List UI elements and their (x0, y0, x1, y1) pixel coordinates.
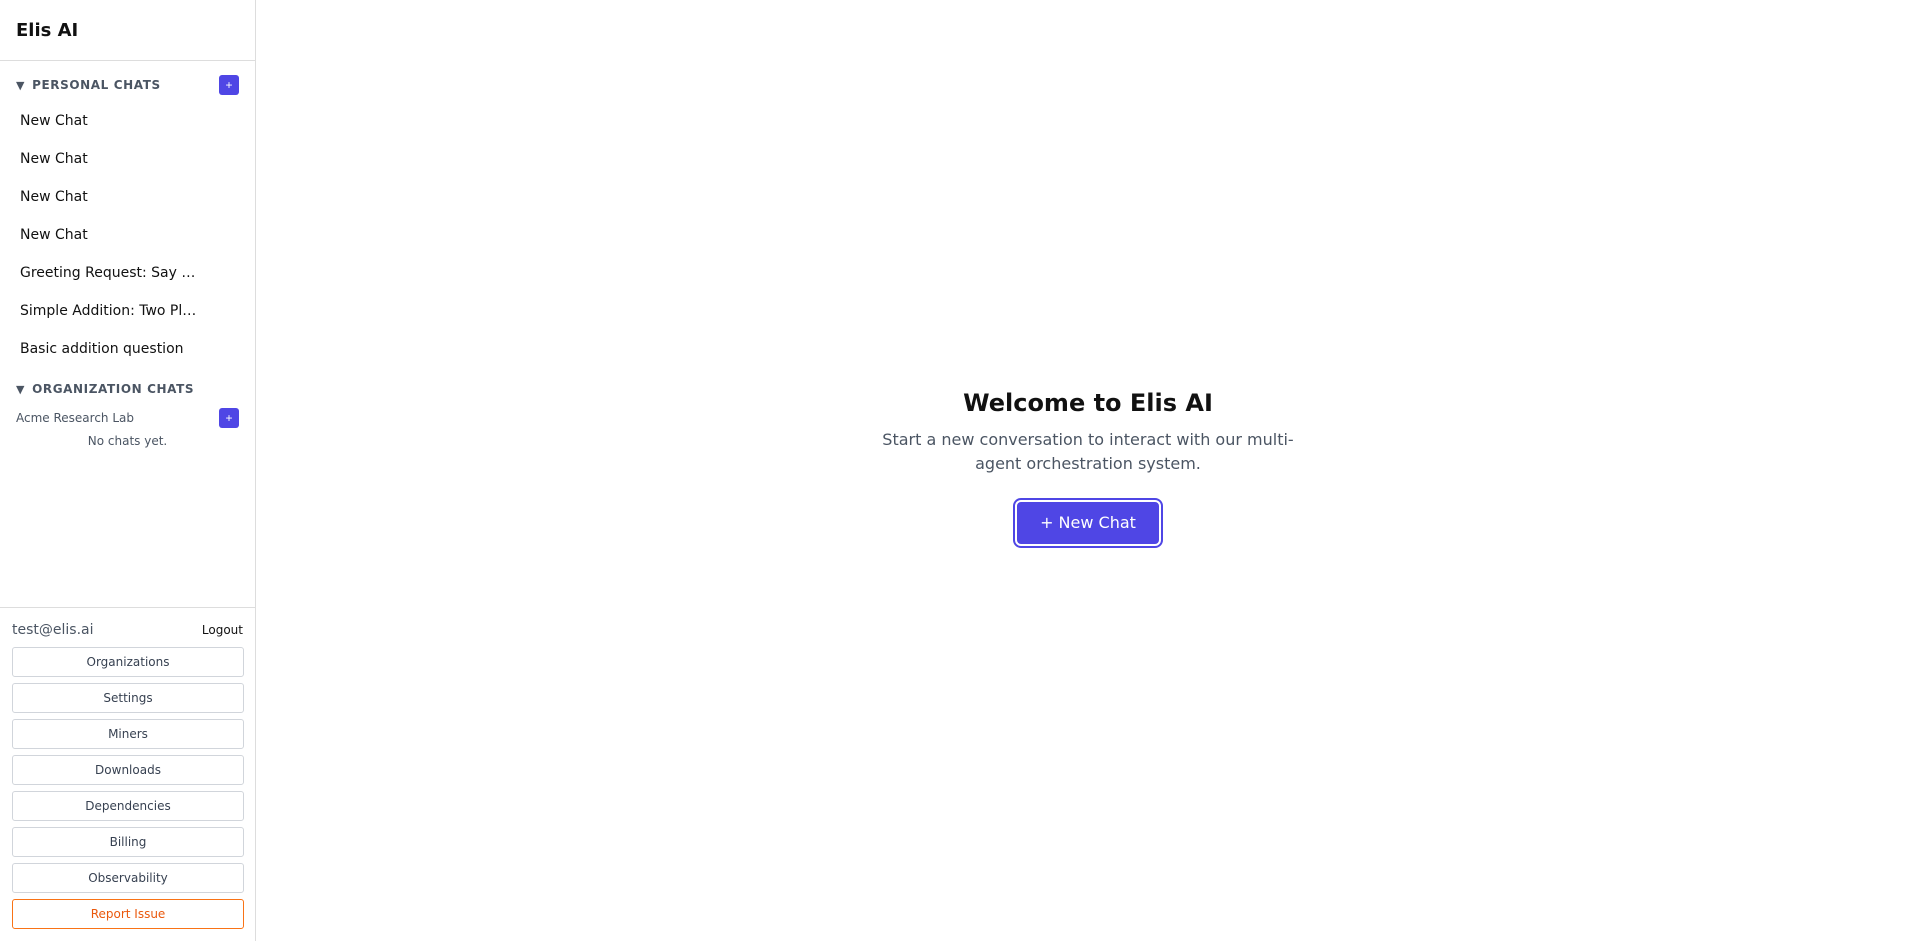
organizations-button[interactable]: Organizations (12, 647, 244, 677)
chat-item[interactable]: New Chat (0, 102, 255, 140)
organization-chats-section: ▼ ORGANIZATION CHATS Acme Research Lab +… (0, 378, 255, 448)
chat-item-label: Greeting Request: Say … (20, 265, 196, 281)
chat-item-label: New Chat (20, 189, 88, 205)
welcome-heading: Welcome to Elis AI (963, 388, 1213, 417)
personal-chats-title: PERSONAL CHATS (32, 78, 161, 92)
chat-item[interactable]: Simple Addition: Two Pl… (0, 292, 255, 330)
billing-button[interactable]: Billing (12, 827, 244, 857)
personal-chats-header: ▼ PERSONAL CHATS + (0, 74, 255, 96)
sidebar: Elis AI ▼ PERSONAL CHATS + New Chat New … (0, 0, 256, 941)
collapse-caret-icon: ▼ (16, 382, 26, 396)
collapse-caret-icon: ▼ (16, 78, 26, 92)
chat-item[interactable]: New Chat (0, 216, 255, 254)
report-issue-button[interactable]: Report Issue (12, 899, 244, 929)
organization-chats-title: ORGANIZATION CHATS (32, 382, 195, 396)
downloads-button[interactable]: Downloads (12, 755, 244, 785)
personal-chats-toggle[interactable]: ▼ PERSONAL CHATS (16, 78, 161, 92)
miners-button[interactable]: Miners (12, 719, 244, 749)
dependencies-button[interactable]: Dependencies (12, 791, 244, 821)
main-content: Welcome to Elis AI Start a new conversat… (256, 0, 1920, 941)
sidebar-footer: test@elis.ai Logout Organizations Settin… (0, 607, 255, 941)
chat-item[interactable]: New Chat (0, 140, 255, 178)
org-name: Acme Research Lab (16, 411, 134, 425)
organization-chats-header: ▼ ORGANIZATION CHATS (0, 378, 255, 400)
app-root: Elis AI ▼ PERSONAL CHATS + New Chat New … (0, 0, 1920, 941)
welcome-panel: Welcome to Elis AI Start a new conversat… (873, 389, 1303, 546)
logout-button[interactable]: Logout (202, 623, 243, 637)
chat-item-label: New Chat (20, 151, 88, 167)
chat-item-label: Basic addition question (20, 341, 184, 357)
add-personal-chat-button[interactable]: + (219, 75, 239, 95)
org-row: Acme Research Lab + (0, 404, 255, 432)
welcome-subtitle: Start a new conversation to interact wit… (882, 429, 1294, 473)
user-email: test@elis.ai (12, 622, 94, 638)
settings-button[interactable]: Settings (12, 683, 244, 713)
user-row: test@elis.ai Logout (12, 622, 243, 638)
org-empty-message: No chats yet. (87, 434, 168, 448)
new-chat-button[interactable]: + New Chat (1015, 499, 1161, 546)
observability-button[interactable]: Observability (12, 863, 244, 893)
chat-item[interactable]: Basic addition question (0, 330, 255, 368)
chat-item[interactable]: Greeting Request: Say … (0, 254, 255, 292)
chat-item-label: New Chat (20, 113, 88, 129)
organization-chats-toggle[interactable]: ▼ ORGANIZATION CHATS (16, 382, 194, 396)
personal-chat-list: New Chat New Chat New Chat New Chat Gree… (0, 102, 255, 368)
app-title: Elis AI (0, 0, 255, 61)
chat-sections: ▼ PERSONAL CHATS + New Chat New Chat New… (0, 61, 255, 607)
chat-item[interactable]: New Chat (0, 178, 255, 216)
add-org-chat-button[interactable]: + (219, 408, 239, 428)
chat-item-label: New Chat (20, 227, 88, 243)
chat-item-label: Simple Addition: Two Pl… (20, 303, 197, 319)
